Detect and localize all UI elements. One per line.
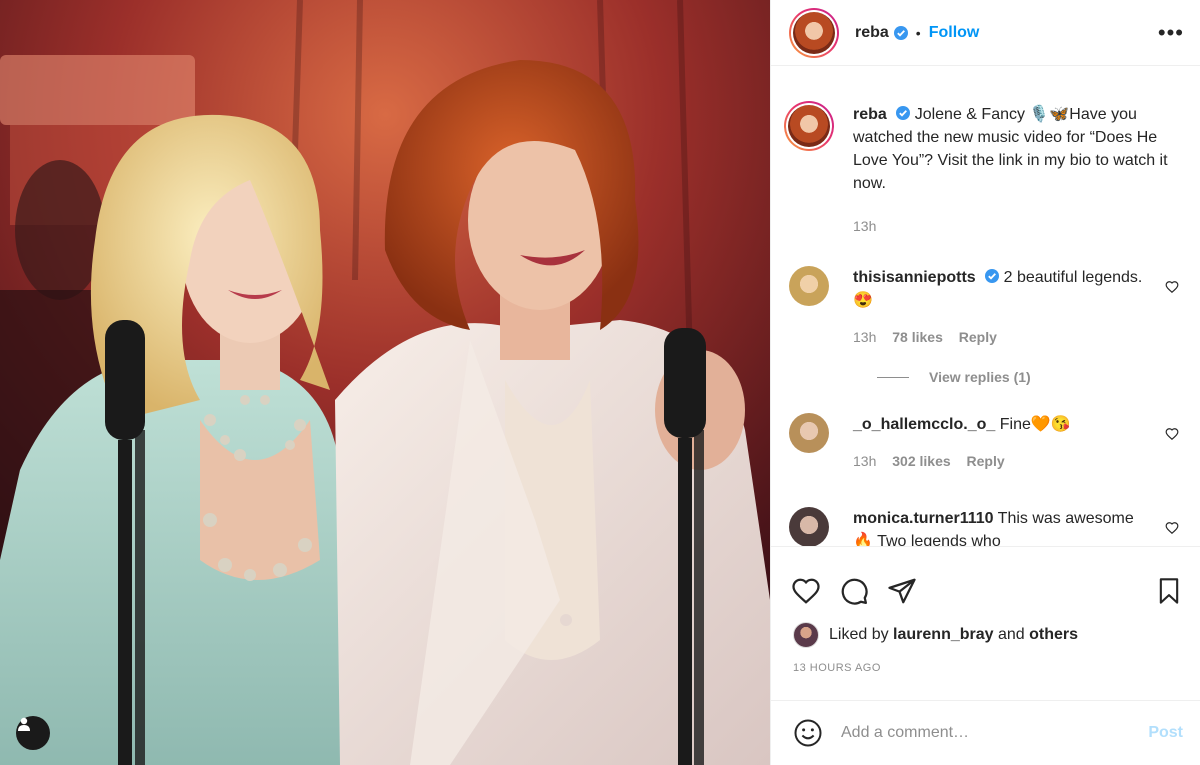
post-side-panel: reba • Follow ••• reba Jolene & Fancy 🎙️… [770,0,1200,765]
photo-illustration [0,0,770,765]
add-comment-bar: Post [771,700,1200,765]
comment-button[interactable] [839,576,869,606]
comment-time[interactable]: 13h [853,453,876,469]
comments-list[interactable]: reba Jolene & Fancy 🎙️🦋Have you watched … [771,66,1200,546]
user-tag-icon [18,717,30,731]
save-button[interactable] [1155,576,1183,606]
liked-by-prefix: Liked by [829,626,889,643]
comment-text: Fine🧡😘 [999,416,1071,433]
like-button[interactable] [791,576,821,606]
comment-like-heart-icon[interactable] [1165,280,1179,294]
comment-item: monica.turner1110 This was awesome 🔥 Two… [789,507,1185,546]
author-avatar[interactable] [789,7,839,58]
view-replies-button[interactable]: View replies (1) [877,369,1185,385]
bookmark-icon [1159,577,1179,604]
caption: reba Jolene & Fancy 🎙️🦋Have you watched … [784,101,1185,238]
comment-likes[interactable]: 302 likes [892,453,950,469]
reply-button[interactable]: Reply [967,453,1005,469]
comment-avatar[interactable] [789,413,829,453]
comment-item: thisisanniepotts 2 beautiful legends. 😍 … [789,266,1185,349]
follow-button[interactable]: Follow [929,24,980,42]
send-icon [888,578,916,603]
share-button[interactable] [887,576,917,606]
comment-username[interactable]: monica.turner1110 [853,510,994,527]
more-options-button[interactable]: ••• [1158,21,1184,44]
comment-like-heart-icon[interactable] [1165,521,1179,535]
post-timestamp[interactable]: 13 HOURS AGO [793,662,881,674]
post-photo[interactable] [0,0,770,765]
view-replies-label: View replies (1) [929,369,1031,385]
verified-badge-icon [893,25,908,40]
heart-icon [792,578,820,604]
verified-badge-icon [896,106,911,120]
comment-item: _o_hallemcclo._o_ Fine🧡😘 13h 302 likes R… [789,413,1185,473]
liked-by-user[interactable]: laurenn_bray [893,626,993,644]
post-actions-bar [771,546,1200,614]
liked-by-summary: Liked by laurenn_bray and others [793,622,1078,648]
caption-time[interactable]: 13h [853,218,876,234]
comment-like-heart-icon[interactable] [1165,427,1179,441]
reply-button[interactable]: Reply [959,329,997,345]
emoji-button[interactable] [793,718,823,748]
emoji-icon [794,719,822,747]
liked-by-conj: and [997,626,1025,643]
comment-time[interactable]: 13h [853,329,876,345]
post-header: reba • Follow ••• [771,0,1200,66]
author-username[interactable]: reba [855,24,889,42]
comment-avatar[interactable] [789,266,829,306]
caption-avatar[interactable] [784,101,834,151]
replies-divider-line [877,376,909,378]
post-comment-button[interactable]: Post [1148,724,1183,742]
verified-badge-icon [985,269,1000,283]
comment-avatar[interactable] [789,507,829,546]
comment-likes[interactable]: 78 likes [892,329,943,345]
comment-username[interactable]: thisisanniepotts [853,269,976,286]
liked-by-others[interactable]: others [1029,626,1078,644]
user-tag-button[interactable] [16,716,50,750]
comment-username[interactable]: _o_hallemcclo._o_ [853,416,995,433]
comment-input[interactable] [841,724,1149,742]
liker-avatar[interactable] [793,622,819,648]
comment-icon [841,578,868,605]
caption-username[interactable]: reba [853,106,887,123]
separator-dot: • [915,24,921,41]
